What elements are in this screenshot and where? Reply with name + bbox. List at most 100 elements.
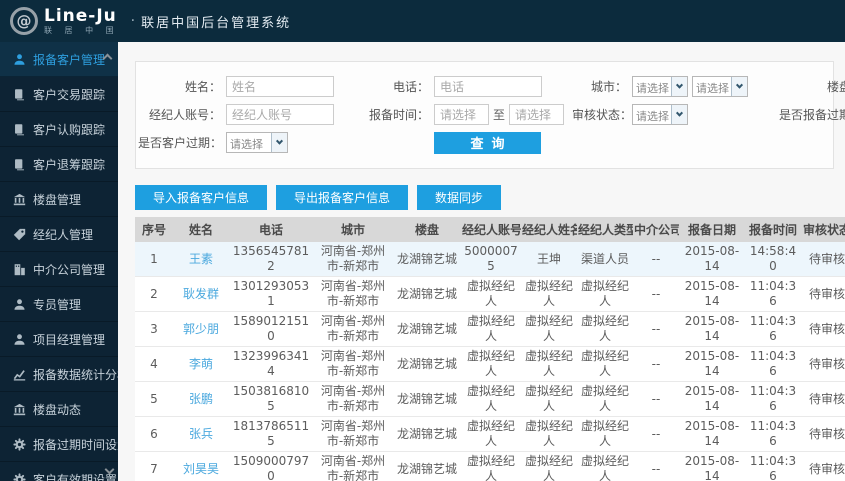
column-header-9: 报备日期 (679, 217, 745, 242)
cell-no: 4 (135, 346, 173, 382)
cell-status: 待审核 (801, 416, 845, 452)
table-row[interactable]: 1 王素 13565457812 河南省-郑州市-新郑市 龙湖锦艺城 50000075 王坤… (135, 242, 845, 277)
report-time-to-input[interactable] (509, 104, 565, 125)
customer-name-link[interactable]: 郭少朋 (183, 322, 219, 336)
cell-name: 王素 (173, 242, 229, 277)
sidebar-item-6[interactable]: 中介公司管理 (0, 252, 118, 287)
cell-status: 待审核 (801, 242, 845, 277)
column-header-3: 城市 (313, 217, 393, 242)
column-header-0: 序号 (135, 217, 173, 242)
sidebar-item-8[interactable]: 项目经理管理 (0, 322, 118, 357)
chevron-down-icon (731, 77, 747, 96)
sidebar-item-4[interactable]: 楼盘管理 (0, 182, 118, 217)
chevron-down-icon (671, 77, 687, 96)
table-row[interactable]: 7 刘昊昊 15090007970 河南省-郑州市-新郑市 龙湖锦艺城 虚拟经纪人 虚拟经纪… (135, 451, 845, 481)
customer-name-link[interactable]: 李萌 (189, 357, 213, 371)
sidebar-item-label: 报备客户管理 (33, 52, 106, 67)
sidebar-item-0[interactable]: 报备客户管理 (0, 42, 118, 77)
column-header-5: 经纪人账号 (461, 217, 521, 242)
cell-status: 待审核 (801, 451, 845, 481)
table-row[interactable]: 5 张鹏 15038168105 河南省-郑州市-新郑市 龙湖锦艺城 虚拟经纪人 虚拟经纪人… (135, 381, 845, 417)
cell-name: 刘昊昊 (173, 451, 229, 481)
customer-expired-value: 请选择 (230, 138, 263, 151)
cell-time: 11:04:36 (745, 416, 801, 452)
cell-status: 待审核 (801, 381, 845, 417)
doc-icon (13, 123, 26, 136)
cell-name: 耿发群 (173, 276, 229, 312)
gear-icon (13, 437, 26, 451)
customer-expired-label: 是否客户过期： (138, 136, 223, 150)
cell-city: 河南省-郑州市-新郑市 (313, 381, 393, 417)
sidebar-nav: 报备客户管理 客户交易跟踪 客户认购跟踪客户退筹跟踪 楼盘管理经纪人管理中介公司管理专… (0, 42, 129, 481)
cell-status: 待审核 (801, 346, 845, 382)
customer-expired-select[interactable]: 请选择 (226, 132, 288, 153)
customer-name-link[interactable]: 张兵 (189, 427, 213, 441)
sidebar-item-7[interactable]: 专员管理 (0, 287, 118, 322)
city-city-select[interactable]: 请选择 (692, 76, 748, 97)
cell-agent_account: 虚拟经纪人 (461, 346, 521, 382)
audit-status-select[interactable]: 请选择 (632, 104, 688, 125)
cell-agent_account: 虚拟经纪人 (461, 451, 521, 481)
sidebar-item-label: 客户认购跟踪 (33, 122, 106, 137)
cell-agent_name: 虚拟经纪人 (521, 416, 577, 452)
data-sync-button[interactable]: 数据同步 (417, 185, 502, 210)
cell-name: 张鹏 (173, 381, 229, 417)
sidebar-item-11[interactable]: 报备过期时间设置 (0, 427, 129, 462)
customer-name-link[interactable]: 王素 (189, 252, 213, 266)
table-row[interactable]: 3 郭少朋 15890121510 河南省-郑州市-新郑市 龙湖锦艺城 虚拟经纪人 虚拟经纪… (135, 311, 845, 347)
name-input[interactable] (226, 76, 334, 97)
sidebar-item-12[interactable]: 客户有效期设置 (0, 462, 118, 481)
action-buttons: 导入报备客户信息 导出报备客户信息 数据同步 (135, 185, 834, 210)
cell-agent_type: 虚拟经纪人 (577, 311, 633, 347)
agent-account-input[interactable] (226, 104, 334, 125)
sidebar-item-1[interactable]: 客户交易跟踪 (0, 77, 118, 112)
search-button[interactable]: 查询 (434, 131, 541, 154)
cell-agent_account: 虚拟经纪人 (461, 381, 521, 417)
cell-agent_type: 虚拟经纪人 (577, 346, 633, 382)
cell-time: 11:04:36 (745, 276, 801, 312)
phone-label: 电话： (392, 80, 429, 94)
cell-agent_type: 虚拟经纪人 (577, 381, 633, 417)
cell-property: 龙湖锦艺城 (393, 346, 461, 382)
chart-icon (13, 368, 26, 381)
city-city-value: 请选择 (696, 82, 729, 95)
city-province-select[interactable]: 请选择 (632, 76, 688, 97)
table-row[interactable]: 4 李萌 13239963414 河南省-郑州市-新郑市 龙湖锦艺城 虚拟经纪人 虚拟经纪人… (135, 346, 845, 382)
cell-agent_type: 渠道人员 (577, 242, 633, 277)
sidebar-item-9[interactable]: 报备数据统计分析 (0, 357, 129, 392)
cell-agency: -- (633, 276, 679, 312)
cell-no: 1 (135, 242, 173, 277)
cell-time: 11:04:36 (745, 381, 801, 417)
table-row[interactable]: 6 张兵 18137865115 河南省-郑州市-新郑市 龙湖锦艺城 虚拟经纪人 虚拟经纪人… (135, 416, 845, 452)
cell-agent_name: 虚拟经纪人 (521, 346, 577, 382)
main-content: 姓名： 电话： 城市： 请选择 请选择 楼盘： (118, 42, 845, 481)
sidebar-item-2[interactable]: 客户认购跟踪 (0, 112, 118, 147)
user-icon (13, 333, 26, 346)
cell-agent_name: 王坤 (521, 242, 577, 277)
sidebar-item-10[interactable]: 楼盘动态 (0, 392, 118, 427)
customer-name-link[interactable]: 张鹏 (189, 392, 213, 406)
cell-agency: -- (633, 451, 679, 481)
customer-name-link[interactable]: 刘昊昊 (183, 462, 219, 476)
export-customers-button[interactable]: 导出报备客户信息 (276, 185, 409, 210)
cell-agent_account: 虚拟经纪人 (461, 276, 521, 312)
cell-phone: 15890121510 (229, 311, 313, 347)
phone-input[interactable] (434, 76, 542, 97)
cell-phone: 13239963414 (229, 346, 313, 382)
report-time-from-input[interactable] (434, 104, 489, 125)
top-header: @ Line-Ju 联 居 中 国 · 联居中国后台管理系统 (0, 0, 845, 42)
column-header-7: 经纪人类型 (577, 217, 633, 242)
customer-name-link[interactable]: 耿发群 (183, 287, 219, 301)
brand-logo[interactable]: @ Line-Ju 联 居 中 国 (10, 7, 119, 35)
table-row[interactable]: 2 耿发群 13012930531 河南省-郑州市-新郑市 龙湖锦艺城 虚拟经纪人 虚拟经纪… (135, 276, 845, 312)
cell-time: 14:58:40 (745, 242, 801, 277)
sidebar-item-label: 经纪人管理 (33, 227, 94, 242)
sidebar-item-3[interactable]: 客户退筹跟踪 (0, 147, 118, 182)
sidebar-item-label: 客户交易跟踪 (33, 87, 106, 102)
sidebar-item-5[interactable]: 经纪人管理 (0, 217, 118, 252)
import-customers-button[interactable]: 导入报备客户信息 (135, 185, 268, 210)
at-logo-icon: @ (10, 7, 38, 35)
table-body: 1 王素 13565457812 河南省-郑州市-新郑市 龙湖锦艺城 50000075 王坤… (135, 242, 845, 481)
cell-phone: 13012930531 (229, 276, 313, 312)
report-expired-label: 是否报备过期： (778, 108, 845, 122)
